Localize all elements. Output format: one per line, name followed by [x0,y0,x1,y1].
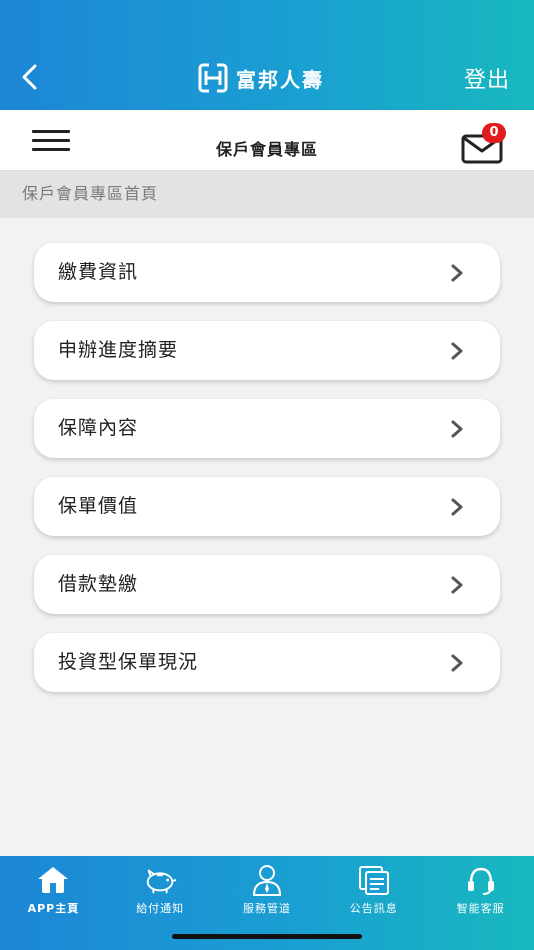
menu-item-loan-premium[interactable]: 借款墊繳 [34,555,500,614]
tab-label: 公告訊息 [349,902,398,915]
menu-item-label: 繳費資訊 [58,261,139,283]
page-title: 保戶會員專區 [215,140,318,159]
chevron-right-icon [451,498,463,516]
menu-item-label: 保單價值 [58,495,139,517]
menu-list: 繳費資訊 申辦進度摘要 保障內容 保單價值 借款墊繳 投資型保單現況 [34,243,500,711]
top-bar: 富邦人壽 登出 [0,0,534,110]
mail-count-badge: 0 [482,123,506,143]
chevron-right-icon [451,264,463,282]
fubon-logo-icon [198,63,228,93]
chevron-right-icon [451,654,463,672]
back-button[interactable] [14,60,44,94]
chevron-right-icon [451,420,463,438]
chevron-right-icon [451,576,463,594]
menu-item-investment-policy[interactable]: 投資型保單現況 [34,633,500,692]
tab-label: 給付通知 [136,902,185,915]
announcement-icon [358,866,389,895]
breadcrumb: 保戶會員專區首頁 [0,172,534,218]
menu-item-payment-info[interactable]: 繳費資訊 [34,243,500,302]
menu-item-label: 借款墊繳 [58,573,139,595]
hamburger-icon-bar [32,130,70,133]
menu-item-label: 保障內容 [58,417,139,439]
menu-item-coverage[interactable]: 保障內容 [34,399,500,458]
tab-home[interactable]: APP主頁 [0,856,107,950]
menu-item-application-progress[interactable]: 申辦進度摘要 [34,321,500,380]
tab-label: APP主頁 [27,902,80,915]
home-icon [38,867,69,893]
brand-name: 富邦人壽 [236,67,324,92]
brand: 富邦人壽 [198,62,324,94]
tab-label: 智能客服 [456,902,505,915]
chevron-right-icon [451,342,463,360]
logout-button[interactable]: 登出 [464,62,510,94]
home-indicator[interactable] [172,934,362,939]
sub-header: 保戶會員專區 0 [0,110,534,170]
tab-label: 服務管道 [242,902,291,915]
tab-smart-support[interactable]: 智能客服 [427,856,534,950]
menu-item-label: 申辦進度摘要 [58,339,179,361]
menu-item-label: 投資型保單現況 [58,651,199,673]
service-agent-icon [252,865,281,896]
piggy-bank-icon [146,869,177,894]
mail-button[interactable]: 0 [460,123,508,166]
headset-icon [467,867,494,895]
chevron-left-icon [22,64,37,90]
menu-item-policy-value[interactable]: 保單價值 [34,477,500,536]
